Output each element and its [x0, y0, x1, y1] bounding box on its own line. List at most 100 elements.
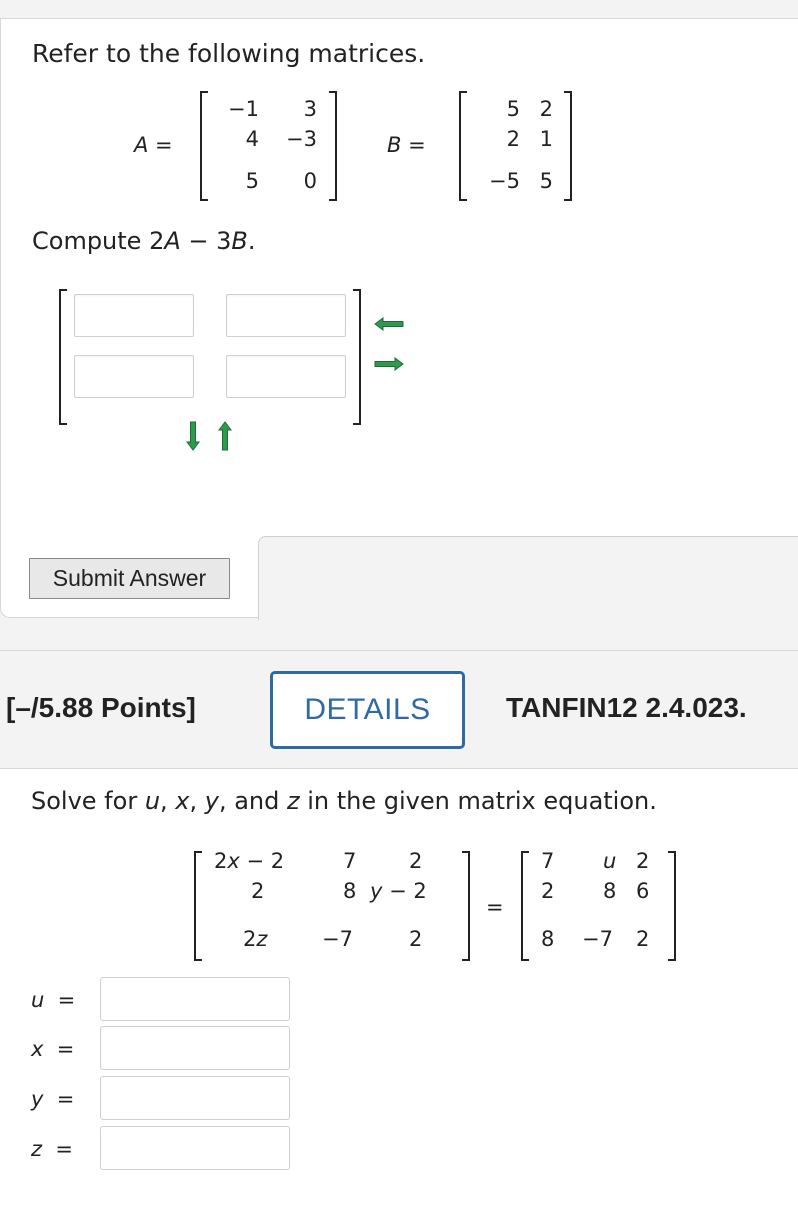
equals-sign: =: [486, 895, 504, 919]
matrix-a-cell: 0: [303, 169, 317, 193]
cell-rest: − 2: [382, 879, 427, 903]
right-matrix-cell-r2c1: 2: [541, 879, 555, 903]
compute-var-a: A: [164, 227, 181, 255]
compute-var-b: B: [231, 227, 248, 255]
answer-eq: =: [57, 988, 76, 1012]
compute-mid: − 3: [180, 227, 232, 255]
submit-answer-button[interactable]: Submit Answer: [29, 558, 230, 599]
matrix-b-left-bracket: [459, 91, 467, 201]
answer-var: y: [31, 1087, 44, 1111]
matrix-b-label-text: B =: [387, 133, 426, 157]
matrix-a-label-text: A =: [134, 133, 173, 157]
question-card-2: Solve for u, x, y, and z in the given ma…: [0, 768, 798, 1228]
left-matrix-cell-r1c3: 2: [409, 849, 423, 873]
answer-input-x[interactable]: [100, 1026, 290, 1070]
right-matrix-cell-r3c1: 8: [541, 927, 555, 951]
matrix-b-cell: 2: [539, 97, 553, 121]
left-matrix-cell-r3c1: 2z: [243, 927, 267, 951]
compute-prefix: Compute 2: [32, 227, 165, 255]
answer-matrix-right-bracket: [353, 289, 361, 425]
question-card-1: Refer to the following matrices. A = −1 …: [0, 18, 798, 618]
prompt-var-y: y: [204, 787, 219, 815]
answer-cell-r1c1[interactable]: [74, 294, 194, 337]
prompt-part: in the given matrix equation.: [299, 787, 657, 815]
matrix-a-cell: 4: [245, 127, 259, 151]
cell-var: y: [370, 879, 383, 903]
left-matrix-cell-r1c1: 2x − 2: [214, 849, 284, 873]
answer-eq: =: [55, 1137, 73, 1161]
prompt-var-u: u: [144, 787, 161, 815]
matrix-b-cell: −5: [489, 169, 520, 193]
matrix-b-cell: 5: [506, 97, 520, 121]
compute-instruction: Compute 2A − 3B.: [32, 227, 256, 255]
answer-var: z: [31, 1137, 43, 1161]
matrix-a-left-bracket: [200, 91, 208, 201]
card-tab-background: [258, 536, 798, 620]
answer-label-x: x =: [31, 1037, 74, 1061]
compute-suffix: .: [247, 227, 256, 255]
left-matrix-cell-r1c2: 7: [343, 849, 357, 873]
question-prompt: Solve for u, x, y, and z in the given ma…: [31, 787, 657, 815]
prompt-part: ,: [189, 787, 205, 815]
answer-label-u: u =: [31, 988, 75, 1012]
right-matrix-cell-r1c3: 2: [636, 849, 650, 873]
answer-label-z: z =: [31, 1137, 73, 1161]
add-column-arrow-icon[interactable]: [374, 357, 404, 371]
answer-label-y: y =: [31, 1087, 74, 1111]
answer-var: u: [31, 988, 45, 1012]
question-prompt: Refer to the following matrices.: [32, 39, 426, 68]
answer-var: x: [31, 1037, 44, 1061]
answer-cell-r2c1[interactable]: [74, 355, 194, 398]
details-button[interactable]: DETAILS: [270, 671, 465, 749]
answer-eq: =: [56, 1087, 75, 1111]
answer-input-y[interactable]: [100, 1076, 290, 1120]
left-matrix-cell-r2c3: y − 2: [370, 879, 427, 903]
right-matrix-cell-r2c3: 6: [636, 879, 650, 903]
answer-matrix-left-bracket: [59, 289, 67, 425]
right-matrix-cell-r3c3: 2: [636, 927, 650, 951]
matrix-b-cell: 1: [539, 127, 553, 151]
left-matrix-left-bracket: [194, 851, 202, 961]
prompt-var-z: z: [287, 787, 300, 815]
remove-column-arrow-icon[interactable]: [374, 317, 404, 331]
matrix-a-right-bracket: [329, 91, 337, 201]
answer-input-z[interactable]: [100, 1126, 290, 1170]
matrix-a-label: A =: [134, 133, 173, 157]
matrix-b-cell: 2: [506, 127, 520, 151]
cell-coef: 2: [214, 849, 228, 873]
matrix-a-cell: −3: [286, 127, 317, 151]
answer-cell-r1c2[interactable]: [226, 294, 346, 337]
prompt-part: Solve for: [31, 787, 145, 815]
prompt-part: ,: [160, 787, 176, 815]
prompt-var-x: x: [175, 787, 190, 815]
left-matrix-cell-r2c2: 8: [343, 879, 357, 903]
remove-row-arrow-icon[interactable]: [218, 421, 232, 451]
matrix-b-cell: 5: [539, 169, 553, 193]
matrix-a-cell: 5: [245, 169, 259, 193]
left-matrix-right-bracket: [462, 851, 470, 961]
right-matrix-cell-r1c1: 7: [541, 849, 555, 873]
answer-input-u[interactable]: [100, 977, 290, 1021]
answer-cell-r2c2[interactable]: [226, 355, 346, 398]
left-matrix-cell-r2c1: 2: [251, 879, 265, 903]
matrix-b-right-bracket: [564, 91, 572, 201]
right-matrix-cell-r1c2: u: [603, 849, 617, 873]
matrix-a-cell: −1: [228, 97, 259, 121]
prompt-part: , and: [218, 787, 288, 815]
matrix-a-cell: 3: [303, 97, 317, 121]
cell-rest: − 2: [239, 849, 285, 873]
points-label: [–/5.88 Points]: [6, 692, 196, 723]
left-matrix-cell-r3c2: −7: [322, 927, 353, 951]
left-matrix-cell-r3c3: 2: [409, 927, 423, 951]
question-code: TANFIN12 2.4.023.: [506, 692, 747, 723]
cell-var: x: [227, 849, 240, 873]
answer-eq: =: [56, 1037, 75, 1061]
right-matrix-left-bracket: [521, 851, 529, 961]
right-matrix-cell-r3c2: −7: [582, 927, 613, 951]
right-matrix-right-bracket: [668, 851, 676, 961]
matrix-b-label: B =: [387, 133, 426, 157]
add-row-arrow-icon[interactable]: [186, 421, 200, 451]
right-matrix-cell-r2c2: 8: [603, 879, 617, 903]
cell-var: z: [256, 927, 268, 951]
cell-coef: 2: [243, 927, 257, 951]
